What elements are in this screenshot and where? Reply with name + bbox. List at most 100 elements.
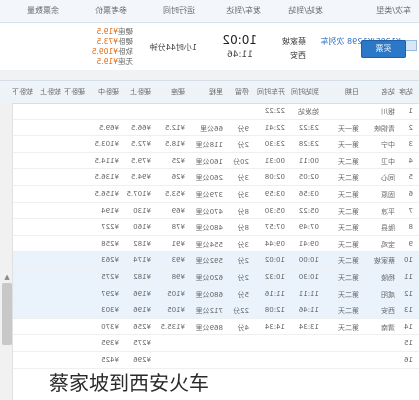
table-cell-yzh: ¥114.5 <box>94 156 120 165</box>
table-cell-day: 第二天 <box>338 290 359 299</box>
table-cell-day: 第二天 <box>338 190 359 199</box>
header-col-duration: 运行时间 <box>163 6 195 15</box>
table-cell-ys: ¥275 <box>133 339 151 348</box>
table-cell-yzh: ¥69.5 <box>98 123 119 132</box>
table-cell-day: 第二天 <box>338 157 359 166</box>
table-cell-station: 青铜峡 <box>374 124 395 133</box>
table-cell-dep: 14:34 <box>264 322 285 331</box>
arrival-time: 11:46 <box>227 50 253 60</box>
table-cell-day: 第二天 <box>338 240 359 249</box>
table-cell-station: 渭南 <box>381 323 395 332</box>
table-row: 13 西安 第二天 11:46 12:08 22分 712公里 ¥105 ¥196 ¥303 <box>13 302 419 319</box>
table-cell-dep: 09:44 <box>264 239 285 248</box>
table-cell-arr: 始发站 <box>298 108 319 116</box>
from-station: 蔡家坡 <box>282 37 306 46</box>
table-cell-stop: 2分 <box>237 273 249 282</box>
table-cell-day: 第二天 <box>338 174 359 183</box>
table-cell-yzh: ¥103.5 <box>94 140 120 149</box>
table-cell-yz: ¥53.5 <box>164 189 185 198</box>
table-cell-arr: 11:46 <box>298 306 319 315</box>
table-cell-station: 中卫 <box>381 157 395 166</box>
stops-table-header: 站序 站名 日期 到站时间 开车时间 停留 里程 硬座 硬卧上 硬卧中 硬卧下 软卧上 软卧下 <box>0 80 419 104</box>
table-cell-seq: 9 <box>408 239 413 248</box>
table-row: 10 蔡家坡 第二天 10:00 10:02 2分 592公里 ¥93 ¥174 ¥263 <box>13 252 419 269</box>
scrollbar-thumb[interactable] <box>2 283 12 345</box>
table-cell-dep: 05:30 <box>264 206 285 215</box>
table-cell-km: 869公里 <box>195 323 223 332</box>
table-cell-ys: ¥72.5 <box>130 140 151 149</box>
table-cell-arr: 10:30 <box>298 272 319 281</box>
departure-time: 10:02 <box>222 33 257 47</box>
column-header: 软卧上 <box>40 88 61 96</box>
table-cell-yz: ¥12.5 <box>164 123 185 132</box>
table-cell-km: 470公里 <box>195 207 223 216</box>
table-cell-stop: 8分 <box>237 224 249 233</box>
duration: 1小时44分钟 <box>149 43 197 52</box>
table-cell-seq: 6 <box>408 189 413 198</box>
table-cell-dep: 22:22 <box>264 107 285 115</box>
table-cell-ys: ¥66.5 <box>130 123 151 132</box>
table-cell-yzh: ¥425 <box>101 355 119 364</box>
table-cell-arr: 07:49 <box>298 223 319 232</box>
table-cell-seq: 16 <box>404 355 413 364</box>
table-cell-ys: ¥296 <box>133 355 151 364</box>
table-cell-stop: 3分 <box>237 174 249 183</box>
column-header: 站序 <box>399 88 413 96</box>
header-col-price: 参考票价 <box>95 6 127 15</box>
table-row: 12 咸阳 第二天 11:11 11:16 5分 680公里 ¥105 ¥196 ¥297 <box>13 285 419 303</box>
table-row: 3 中宁 第一天 23:28 23:30 2分 118公里 ¥18.5 ¥72.5 ¥103.5 <box>13 136 419 153</box>
table-cell-stop: 22分 <box>233 307 249 316</box>
table-cell-stop: 20分 <box>233 157 249 166</box>
table-cell-ys: ¥160 <box>133 223 151 232</box>
column-header: 日期 <box>345 88 359 96</box>
table-cell-yz: ¥78 <box>171 223 185 232</box>
table-cell-station: 咸阳 <box>381 290 395 299</box>
table-cell-arr: 23:22 <box>298 123 319 132</box>
scroll-up-arrow-icon[interactable]: ▲ <box>1 272 13 282</box>
table-cell-yz: ¥135.5 <box>160 322 186 331</box>
header-col-time: 发车/到达 <box>226 6 261 15</box>
buy-ticket-button[interactable]: 买票 <box>361 40 406 58</box>
table-cell-dep: 10:02 <box>264 256 285 265</box>
table-cell-km: 260公里 <box>195 174 223 183</box>
table-cell-arr: 13:34 <box>298 322 319 331</box>
table-cell-dep: 02:08 <box>264 173 285 182</box>
table-cell-station: 中宁 <box>381 141 395 150</box>
table-cell-km: 160公里 <box>195 157 223 166</box>
table-cell-arr: 02:05 <box>298 173 319 182</box>
table-cell-day: 第二天 <box>338 273 359 282</box>
table-cell-station: 西安 <box>381 307 395 316</box>
table-cell-seq: 13 <box>404 306 413 315</box>
table-cell-seq: 7 <box>408 206 413 215</box>
table-cell-ys: ¥107.5 <box>126 189 152 198</box>
table-cell-yz: ¥98 <box>171 272 185 281</box>
column-header: 里程 <box>209 88 223 96</box>
column-header: 软卧下 <box>12 88 33 96</box>
table-cell-day: 第二天 <box>338 307 359 316</box>
table-cell-seq: 5 <box>408 173 413 182</box>
table-cell-station: 银川 <box>381 108 395 116</box>
table-cell-station: 同心 <box>381 174 395 183</box>
table-cell-ys: ¥94.5 <box>130 173 151 182</box>
train-schedule-page: 车次/类型 发站/到站 发车/到达 运行时间 参考票价 余票数量 K1295/K… <box>0 0 419 400</box>
table-cell-stop: 2分 <box>237 141 249 150</box>
price-item: 无座¥19.5 <box>96 57 133 66</box>
table-cell-yz: ¥105 <box>167 306 185 315</box>
table-cell-ys: ¥130 <box>133 206 151 215</box>
scrollbar-track[interactable] <box>0 103 13 400</box>
table-cell-day: 第一天 <box>338 141 359 150</box>
table-cell-stop: 9分 <box>237 124 249 133</box>
table-cell-station: 固原 <box>381 190 395 199</box>
table-cell-stop: 3分 <box>237 240 249 249</box>
table-cell-ys: ¥79.5 <box>130 156 151 165</box>
table-cell-day: 第二天 <box>338 224 359 233</box>
table-cell-dep: 03:59 <box>264 189 285 198</box>
table-row: 14 渭南 第二天 13:34 14:34 4分 869公里 ¥135.5 ¥256 ¥370 <box>13 318 419 336</box>
table-cell-km: 379公里 <box>195 190 223 199</box>
table-cell-arr: 00:11 <box>298 156 319 165</box>
table-cell-dep: 23:30 <box>264 140 285 149</box>
section-divider <box>0 70 419 80</box>
table-cell-station: 杨陵 <box>381 273 395 282</box>
header-col-type: 车次/类型 <box>376 6 411 15</box>
table-cell-stop: 3分 <box>237 190 249 199</box>
